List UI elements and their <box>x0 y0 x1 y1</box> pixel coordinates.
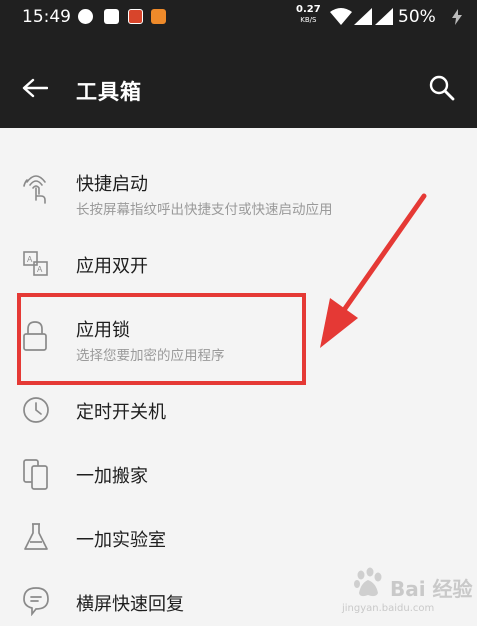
app-bar: 工具箱 <box>0 34 477 128</box>
signal-icon-2 <box>375 8 393 25</box>
item-label: 应用双开 <box>76 256 148 277</box>
svg-text:A: A <box>27 255 33 264</box>
net-speed-unit: KB/S <box>300 16 317 24</box>
baidu-paw-icon <box>354 567 382 597</box>
watermark-url: jingyan.baidu.com <box>342 603 435 614</box>
page-title: 工具箱 <box>76 80 142 104</box>
mail-notification-icon <box>104 9 119 24</box>
flask-icon <box>24 523 48 550</box>
item-label: 快捷启动 <box>76 174 148 195</box>
wifi-icon <box>330 8 352 25</box>
status-time: 15:49 <box>22 7 71 27</box>
item-label: 一加搬家 <box>76 466 148 487</box>
item-description: 长按屏幕指纹呼出快捷支付或快速启动应用 <box>76 202 333 218</box>
annotation-arrow-icon <box>320 193 427 348</box>
fingerprint-icon <box>23 175 46 204</box>
clock-icon <box>23 397 49 423</box>
item-label: 定时开关机 <box>76 402 166 423</box>
app-clone-icon: A A <box>23 251 48 276</box>
status-bar: 15:49 0.27 KB/S 50% <box>0 0 477 34</box>
list-item-oneplus-lab[interactable]: 一加实验室 <box>0 514 477 562</box>
chat-bubble-icon <box>23 587 49 616</box>
app-notification-icon-2 <box>151 9 166 24</box>
search-icon[interactable] <box>428 74 456 102</box>
signal-icon <box>354 8 372 25</box>
back-arrow-icon[interactable] <box>22 78 48 98</box>
annotation-highlight-box <box>17 293 306 385</box>
watermark-text: Bai 经验 <box>390 577 473 601</box>
chat-notification-icon <box>78 9 93 24</box>
list-item-scheduled-power[interactable]: 定时开关机 <box>0 386 477 434</box>
app-notification-icon <box>128 9 143 24</box>
list-item-oneplus-switch[interactable]: 一加搬家 <box>0 450 477 498</box>
item-label: 一加实验室 <box>76 530 166 551</box>
charging-icon <box>452 9 462 25</box>
net-speed: 0.27 KB/S <box>296 5 321 25</box>
item-label: 横屏快速回复 <box>76 594 184 615</box>
phone-transfer-icon <box>23 459 48 490</box>
net-speed-value: 0.27 <box>296 4 321 15</box>
svg-text:A: A <box>37 265 43 274</box>
battery-level: 50% <box>398 7 436 27</box>
